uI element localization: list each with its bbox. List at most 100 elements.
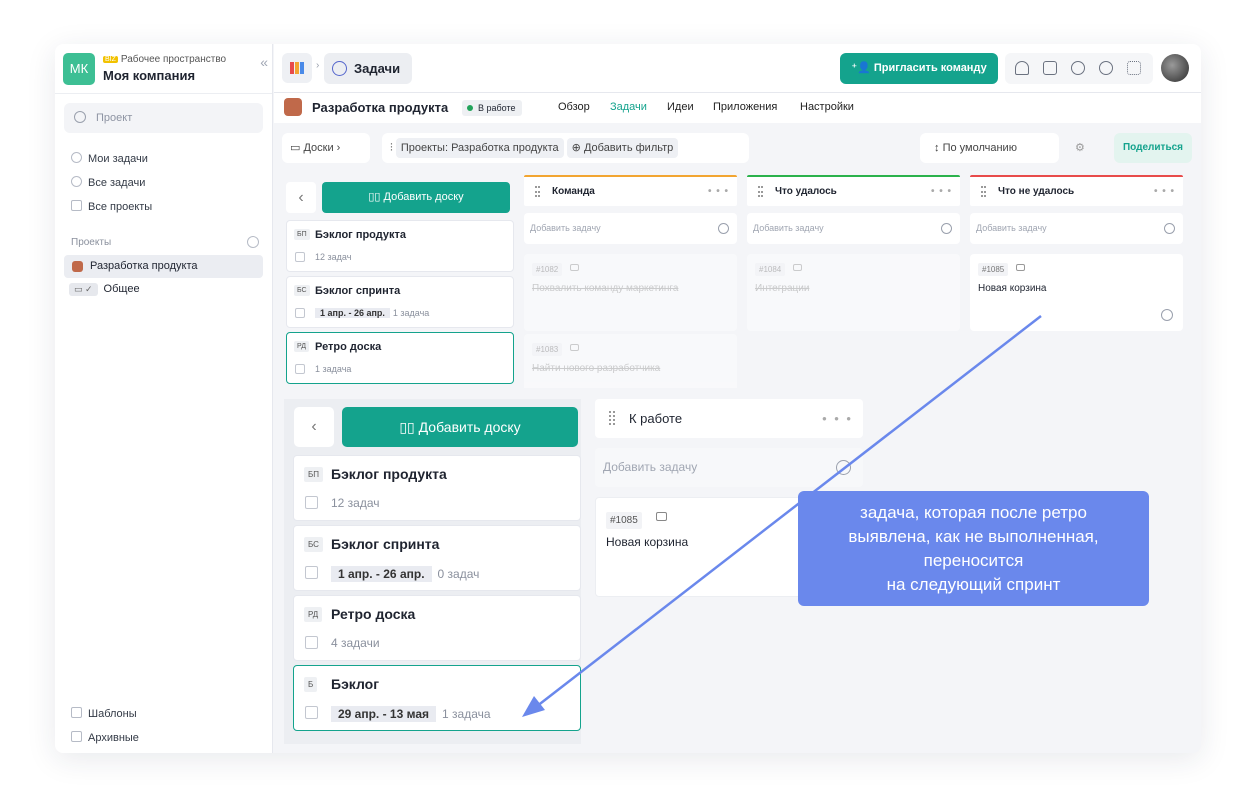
status-badge[interactable]: В работе — [462, 100, 522, 116]
sprint-dates: 29 апр. - 13 мая — [331, 706, 437, 722]
board-card-selected[interactable]: РД Ретро доска 1 задача — [286, 332, 514, 384]
sort-icon: ↕ — [934, 142, 943, 154]
add-project-icon[interactable] — [247, 236, 259, 248]
column-header-todo[interactable]: К работе • • • — [595, 399, 863, 438]
drag-handle-icon[interactable] — [535, 186, 540, 197]
board-card[interactable]: РД Ретро доска 4 задачи — [293, 595, 581, 661]
filter-bar[interactable]: ⫶ Проекты: Разработка продукта ⊕ Добавит… — [382, 133, 749, 163]
add-icon[interactable] — [941, 223, 952, 234]
board-abbr: БС — [294, 285, 310, 296]
more-icon[interactable]: • • • — [822, 399, 853, 438]
collapse-sidebar-icon[interactable]: « — [260, 54, 268, 70]
project-avatar — [284, 98, 302, 116]
add-icon[interactable] — [836, 460, 851, 475]
sort-select[interactable]: ↕ По умолчанию — [920, 133, 1059, 163]
calendar-icon — [295, 252, 305, 262]
task-card[interactable]: #1084 Интеграции — [747, 254, 960, 331]
search-icon — [74, 111, 86, 123]
nav-archive[interactable]: Архивные — [71, 731, 139, 744]
back-button[interactable]: ‹ — [294, 407, 334, 447]
user-avatar[interactable] — [1161, 54, 1189, 82]
invite-team-button[interactable]: ⁺👤 Пригласить команду — [840, 53, 998, 84]
sidebar-item-product-dev[interactable]: Разработка продукта — [64, 255, 263, 278]
apps-grid-icon — [290, 62, 304, 74]
nav-all-tasks[interactable]: Все задачи — [71, 176, 145, 189]
tab-ideas[interactable]: Идеи — [667, 101, 694, 113]
nav-templates[interactable]: Шаблоны — [71, 707, 137, 720]
project-search-input[interactable]: Проект — [64, 103, 263, 133]
nav-all-projects[interactable]: Все проекты — [71, 200, 152, 213]
column-header-went-well[interactable]: Что удалось • • • — [747, 175, 960, 206]
flag-icon — [305, 706, 318, 719]
chevron-right-icon: › — [333, 142, 341, 154]
board-card[interactable]: БП Бэклог продукта 12 задач — [293, 455, 581, 521]
nav-my-tasks[interactable]: Мои задачи — [71, 152, 148, 165]
add-board-button[interactable]: ▯▯ Добавить доску — [342, 407, 578, 447]
task-card[interactable]: #1085 Новая корзина — [970, 254, 1183, 331]
board-name: Ретро доска — [315, 341, 382, 353]
flag-icon — [305, 566, 318, 579]
board-task-count: 12 задач — [331, 496, 380, 510]
calendar-icon — [295, 364, 305, 374]
projects-filter-chip[interactable]: Проекты: Разработка продукта — [395, 138, 564, 158]
board-card[interactable]: БС Бэклог спринта 1 апр. - 26 апр. 0 зада… — [293, 525, 581, 591]
check-circle-icon — [332, 61, 347, 76]
boards-toggle[interactable]: ▭ Доски › — [282, 133, 370, 163]
tasks-section-button[interactable]: Задачи — [324, 53, 412, 84]
back-button[interactable]: ‹ — [286, 182, 316, 213]
add-filter-button[interactable]: ⊕ Добавить фильтр — [566, 138, 679, 158]
board-card[interactable]: БС Бэклог спринта 1 апр. - 26 апр. 1 зада… — [286, 276, 514, 328]
task-card[interactable]: #1082 Похвалить команду маркетинга — [524, 254, 737, 331]
task-title: Новая корзина — [978, 283, 1047, 294]
column-header-team[interactable]: Команда • • • — [524, 175, 737, 206]
tab-settings[interactable]: Настройки — [800, 101, 854, 113]
tag-icon — [570, 264, 579, 271]
column-header-went-wrong[interactable]: Что не удалось • • • — [970, 175, 1183, 206]
bell-icon[interactable] — [1015, 61, 1029, 75]
task-number: #1085 — [978, 263, 1009, 276]
board-name: Бэклог — [331, 676, 380, 692]
add-icon[interactable] — [718, 223, 729, 234]
add-task-input[interactable]: Добавить задачу — [970, 213, 1183, 244]
workspace-switcher[interactable]: МК BIZ Рабочее пространство Моя компания — [63, 52, 263, 86]
tab-tasks[interactable]: Задачи — [610, 101, 647, 113]
task-number: #1084 — [755, 263, 786, 276]
project-avatar-icon — [72, 261, 83, 272]
check-circle-icon — [71, 152, 82, 163]
add-task-input[interactable]: Добавить задачу — [595, 448, 863, 487]
more-icon[interactable]: • • • — [1154, 177, 1175, 206]
add-task-input[interactable]: Добавить задачу — [524, 213, 737, 244]
apps-menu-button[interactable] — [282, 53, 312, 83]
filter-icon: ⫶ — [390, 142, 396, 154]
drag-handle-icon[interactable] — [758, 186, 763, 197]
tag-icon — [656, 512, 667, 521]
sidebar: МК BIZ Рабочее пространство Моя компания … — [55, 44, 273, 753]
folder-icon — [71, 200, 82, 211]
more-icon[interactable]: • • • — [708, 177, 729, 206]
board-card[interactable]: БП Бэклог продукта 12 задач — [286, 220, 514, 272]
tab-apps[interactable]: Приложения — [713, 101, 777, 113]
add-task-input[interactable]: Добавить задачу — [747, 213, 960, 244]
tab-overview[interactable]: Обзор — [558, 101, 590, 113]
drag-handle-icon[interactable] — [609, 411, 615, 425]
search-icon[interactable] — [1099, 61, 1113, 75]
sprint-dates: 1 апр. - 26 апр. — [331, 566, 432, 582]
chevron-right-icon: › — [316, 60, 320, 71]
grid-icon[interactable] — [1127, 61, 1141, 75]
share-button[interactable]: Поделиться — [1114, 133, 1192, 163]
complete-task-checkbox[interactable] — [1161, 309, 1173, 321]
add-board-button[interactable]: ▯▯ Добавить доску — [322, 182, 510, 213]
help-icon[interactable] — [1071, 61, 1085, 75]
board-icon: ▯▯ — [399, 419, 419, 435]
more-icon[interactable]: • • • — [931, 177, 952, 206]
settings-icon[interactable]: ⚙ — [1075, 133, 1095, 163]
folder-icon[interactable] — [1043, 61, 1057, 75]
add-icon[interactable] — [1164, 223, 1175, 234]
sidebar-item-general[interactable]: ▭ ✓ Общее — [69, 283, 140, 296]
board-card-selected[interactable]: Б Бэклог 29 апр. - 13 мая 1 задача — [293, 665, 581, 731]
top-bar: › Задачи ⁺👤 Пригласить команду — [274, 44, 1201, 93]
folder-icon: ▭ ✓ — [69, 283, 98, 296]
calendar-icon — [305, 636, 318, 649]
drag-handle-icon[interactable] — [981, 186, 986, 197]
board-icon: ▯▯ — [368, 191, 384, 203]
